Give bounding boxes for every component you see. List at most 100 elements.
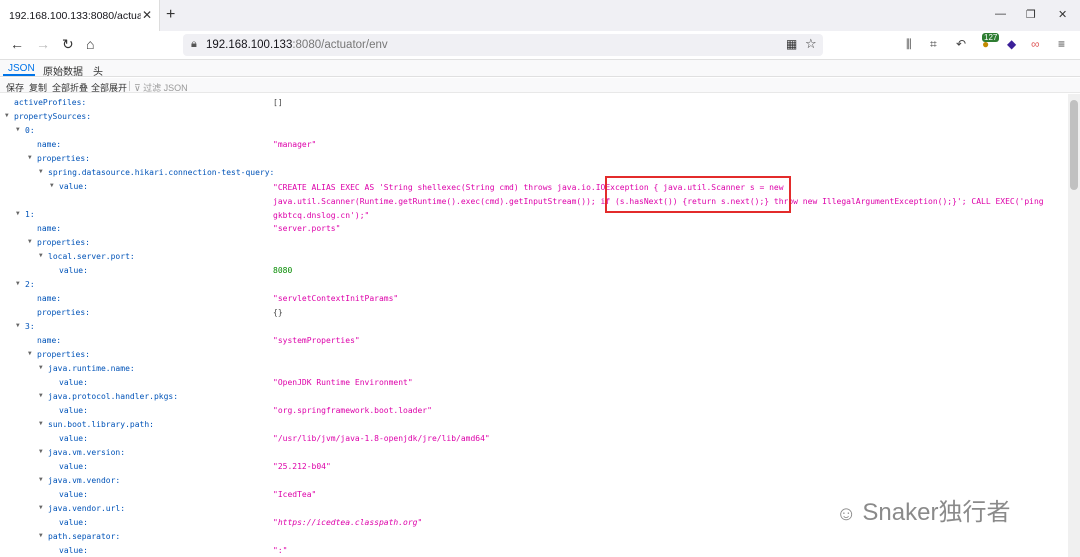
- nav-bar: ← → ↻ ⌂ 🔒︎ 192.168.100.133:8080/actuator…: [0, 31, 1080, 60]
- json-row[interactable]: ▼ properties:: [0, 236, 1068, 250]
- json-key: java.vendor.url:: [48, 504, 126, 513]
- tab-headers[interactable]: 头: [93, 63, 103, 78]
- json-value: {}: [273, 308, 283, 317]
- json-row[interactable]: ▼ 0:: [0, 124, 1068, 138]
- json-row[interactable]: ▼ sun.boot.library.path:: [0, 418, 1068, 432]
- undo-icon[interactable]: ↶: [956, 37, 966, 51]
- expand-toggle-icon[interactable]: ▼: [28, 154, 32, 161]
- expand-toggle-icon[interactable]: ▼: [28, 238, 32, 245]
- expand-toggle-icon[interactable]: ▼: [39, 532, 43, 539]
- expand-toggle-icon[interactable]: ▼: [39, 392, 43, 399]
- expand-all-button[interactable]: 全部展开: [91, 81, 127, 94]
- expand-toggle-icon[interactable]: ▼: [16, 210, 20, 217]
- url-text[interactable]: 192.168.100.133:8080/actuator/env: [206, 39, 388, 51]
- json-key: name:: [37, 336, 62, 345]
- expand-toggle-icon[interactable]: ▼: [50, 182, 54, 189]
- reload-icon[interactable]: ↻: [62, 36, 74, 53]
- new-tab-icon[interactable]: +: [166, 6, 175, 24]
- home-icon[interactable]: ⌂: [86, 36, 94, 52]
- expand-toggle-icon[interactable]: ▼: [28, 350, 32, 357]
- expand-toggle-icon[interactable]: ▼: [39, 252, 43, 259]
- json-row[interactable]: ▼ properties:: [0, 152, 1068, 166]
- tab-raw-data[interactable]: 原始数据: [43, 63, 83, 78]
- library-icon[interactable]: ⫼: [906, 37, 912, 52]
- json-key: java.vm.version:: [48, 448, 126, 457]
- json-row: properties: {}: [0, 306, 1068, 320]
- json-row: value: "OpenJDK Runtime Environment": [0, 376, 1068, 390]
- json-key: name:: [37, 294, 62, 303]
- viewer-toolbar: 保存 复制 全部折叠 全部展开 ⊽ 过滤 JSON: [0, 78, 1080, 93]
- json-key: properties:: [37, 154, 90, 163]
- json-key: local.server.port:: [48, 252, 135, 261]
- json-key: value:: [59, 546, 88, 555]
- tab-title: 192.168.100.133:8080/actuator/e: [9, 10, 141, 22]
- expand-toggle-icon[interactable]: ▼: [39, 168, 43, 175]
- json-key: name:: [37, 224, 62, 233]
- tab-json[interactable]: JSON: [8, 63, 35, 74]
- json-row: value: 8080: [0, 264, 1068, 278]
- close-icon[interactable]: ✕: [142, 8, 152, 22]
- json-row: name: "systemProperties": [0, 334, 1068, 348]
- restore-icon[interactable]: ❐: [1026, 8, 1036, 21]
- qr-code-icon[interactable]: ▦: [786, 37, 797, 51]
- json-row: value: "25.212-b04": [0, 460, 1068, 474]
- expand-toggle-icon[interactable]: ▼: [39, 448, 43, 455]
- json-key: value:: [59, 182, 88, 191]
- extension-link-icon[interactable]: ∞: [1031, 37, 1040, 51]
- vertical-scrollbar[interactable]: [1068, 94, 1080, 557]
- expand-toggle-icon[interactable]: ▼: [16, 126, 20, 133]
- red-annotation-box: [605, 176, 791, 213]
- browser-tab[interactable]: 192.168.100.133:8080/actuator/e ✕: [0, 0, 160, 31]
- json-value: "https://icedtea.classpath.org": [273, 518, 423, 527]
- json-value: "25.212-b04": [273, 462, 331, 471]
- json-key: properties:: [37, 238, 90, 247]
- json-key: 0:: [25, 126, 35, 135]
- json-key: 1:: [25, 210, 35, 219]
- json-key: 2:: [25, 280, 35, 289]
- json-value: "systemProperties": [273, 336, 360, 345]
- json-row[interactable]: ▼ properties:: [0, 348, 1068, 362]
- json-row[interactable]: ▼ 1:: [0, 208, 1068, 222]
- json-row[interactable]: ▼ path.separator:: [0, 530, 1068, 544]
- json-row[interactable]: ▼ spring.datasource.hikari.connection-te…: [0, 166, 1068, 180]
- expand-toggle-icon[interactable]: ▼: [39, 504, 43, 511]
- expand-toggle-icon[interactable]: ▼: [39, 420, 43, 427]
- back-icon[interactable]: ←: [10, 36, 24, 52]
- json-value: ":": [273, 546, 288, 555]
- forward-icon[interactable]: →: [36, 36, 50, 52]
- bookmark-star-icon[interactable]: ☆: [805, 36, 817, 52]
- json-tree: activeProfiles: [] ▼ propertySources: ▼ …: [0, 94, 1068, 557]
- expand-toggle-icon[interactable]: ▼: [5, 112, 9, 119]
- json-key: 3:: [25, 322, 35, 331]
- wechat-icon: ☺: [836, 503, 857, 525]
- expand-toggle-icon[interactable]: ▼: [39, 476, 43, 483]
- expand-toggle-icon[interactable]: ▼: [16, 322, 20, 329]
- expand-toggle-icon[interactable]: ▼: [16, 280, 20, 287]
- json-row[interactable]: ▼ java.vm.version:: [0, 446, 1068, 460]
- json-row[interactable]: ▼ 2:: [0, 278, 1068, 292]
- scrollbar-thumb[interactable]: [1070, 100, 1078, 190]
- tab-strip: 192.168.100.133:8080/actuator/e ✕ + — ❐ …: [0, 0, 1080, 31]
- menu-icon[interactable]: ≡: [1058, 37, 1065, 51]
- extension-diamond-icon[interactable]: ◆: [1007, 37, 1016, 51]
- screenshot-icon[interactable]: ⌗: [930, 37, 937, 52]
- insecure-icon[interactable]: 🔒︎: [191, 38, 197, 51]
- save-button[interactable]: 保存: [6, 81, 24, 94]
- collapse-all-button[interactable]: 全部折叠: [52, 81, 88, 94]
- minimize-icon[interactable]: —: [995, 8, 1006, 20]
- json-value: "manager": [273, 140, 317, 149]
- json-value: "servletContextInitParams": [273, 294, 399, 303]
- url-bar[interactable]: 🔒︎ 192.168.100.133:8080/actuator/env ▦ ☆: [183, 34, 823, 56]
- json-row[interactable]: ▼ local.server.port:: [0, 250, 1068, 264]
- json-row[interactable]: ▼ java.runtime.name:: [0, 362, 1068, 376]
- json-row[interactable]: ▼ java.protocol.handler.pkgs:: [0, 390, 1068, 404]
- json-row[interactable]: ▼ 3:: [0, 320, 1068, 334]
- copy-button[interactable]: 复制: [29, 81, 47, 94]
- expand-toggle-icon[interactable]: ▼: [39, 364, 43, 371]
- json-row[interactable]: ▼ propertySources:: [0, 110, 1068, 124]
- window-close-icon[interactable]: ✕: [1058, 8, 1067, 21]
- filter-placeholder: 过滤 JSON: [143, 83, 188, 93]
- json-key: value:: [59, 406, 88, 415]
- filter-json-input[interactable]: ⊽ 过滤 JSON: [134, 81, 188, 94]
- json-row[interactable]: ▼ java.vm.vendor:: [0, 474, 1068, 488]
